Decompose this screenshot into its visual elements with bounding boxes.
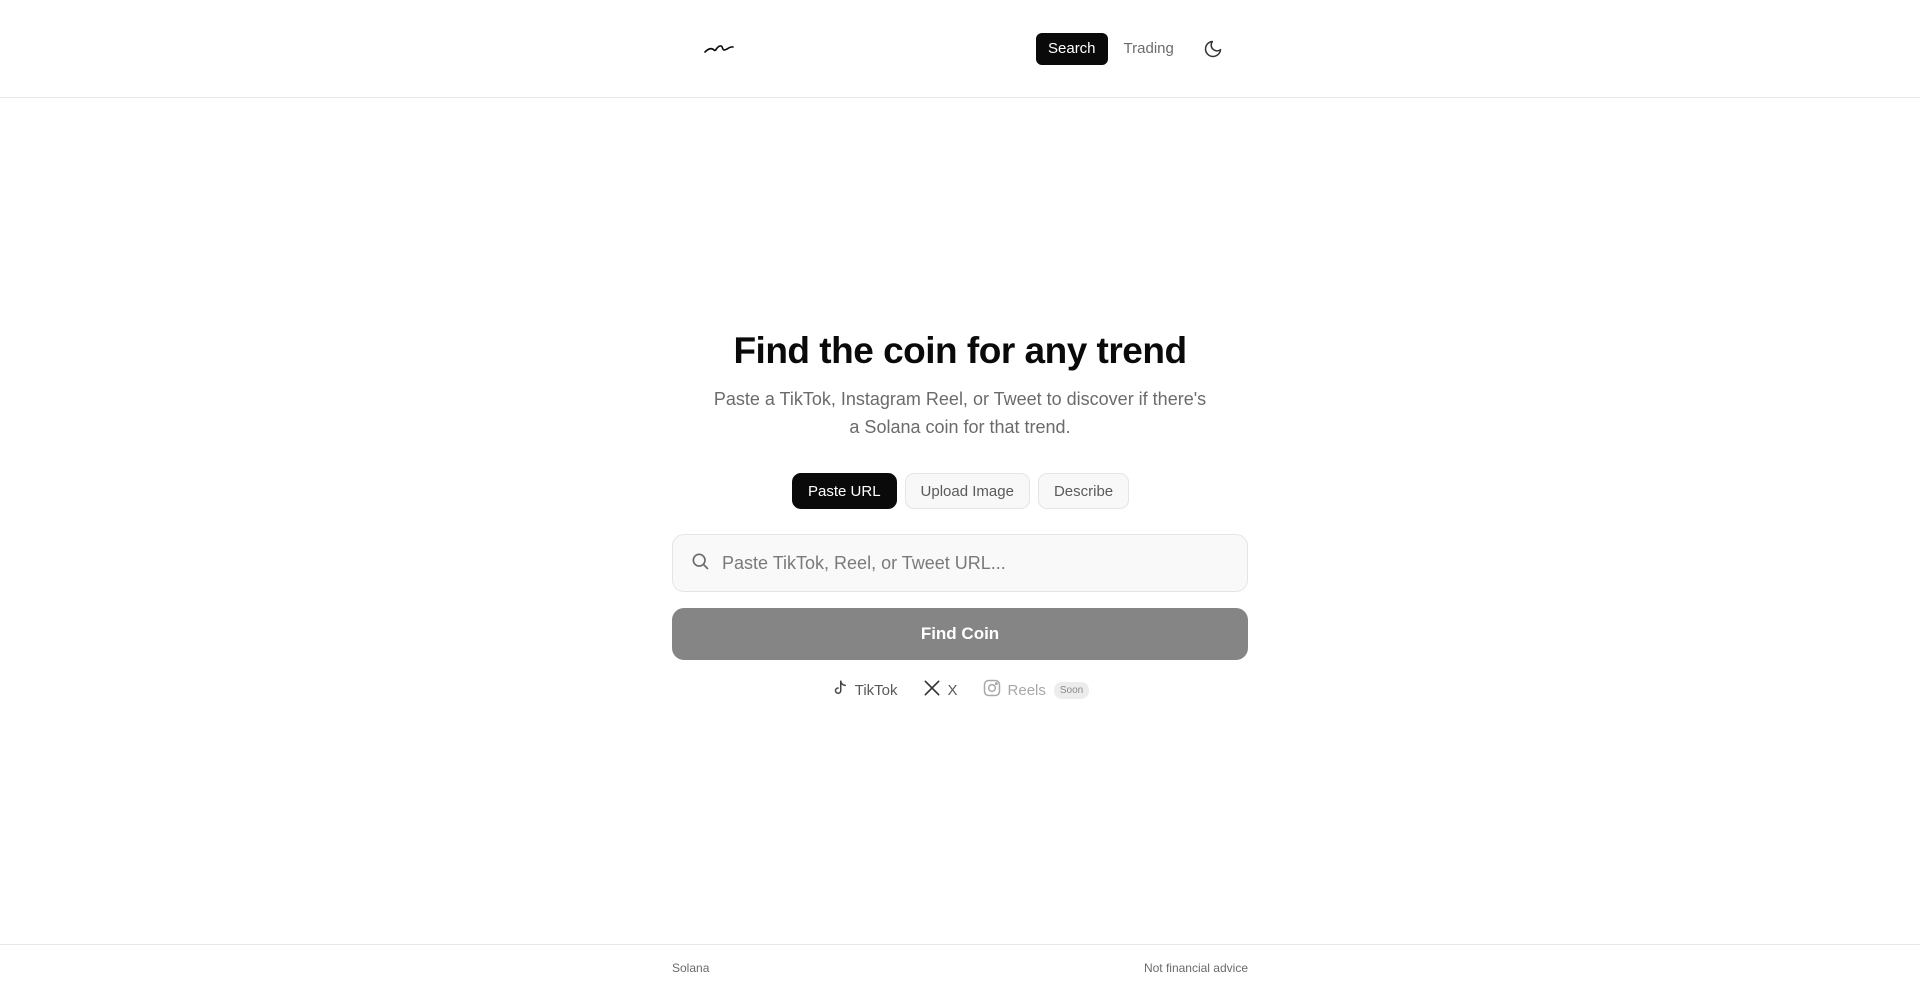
- tab-upload-image[interactable]: Upload Image: [904, 473, 1030, 509]
- platform-x: X: [922, 678, 958, 702]
- tiktok-icon: [831, 679, 849, 701]
- search-icon: [690, 551, 710, 576]
- main-nav: Search Trading: [1036, 33, 1186, 65]
- instagram-icon: [982, 678, 1002, 702]
- nav-search-button[interactable]: Search: [1036, 33, 1108, 65]
- platform-label: Reels: [1007, 681, 1046, 699]
- supported-platforms: TikTok X Reels Soon: [0, 678, 1920, 702]
- soon-badge: Soon: [1053, 681, 1090, 699]
- footer: Solana Not financial advice: [0, 944, 1920, 993]
- tab-paste-url[interactable]: Paste URL: [792, 473, 897, 509]
- moon-icon[interactable]: [1200, 36, 1226, 62]
- footer-disclaimer: Not financial advice: [1143, 961, 1248, 975]
- top-header: Search Trading: [0, 0, 1920, 98]
- mode-tabs: Paste URL Upload Image Describe: [792, 473, 1130, 509]
- url-input[interactable]: [722, 552, 1222, 574]
- page-subtitle: Paste a TikTok, Instagram Reel, or Tweet…: [713, 389, 1207, 437]
- wave-logo-icon[interactable]: [702, 36, 736, 60]
- x-icon: [922, 678, 942, 702]
- footer-network-label: Solana: [672, 961, 710, 975]
- platform-tiktok: TikTok: [831, 679, 898, 701]
- platform-label: X: [947, 681, 958, 699]
- platform-label: TikTok: [854, 681, 898, 699]
- main-content: Find the coin for any trend Paste a TikT…: [0, 98, 1920, 944]
- find-coin-button[interactable]: Find Coin: [672, 608, 1248, 660]
- search-box[interactable]: [672, 534, 1248, 592]
- page-title: Find the coin for any trend: [733, 330, 1187, 371]
- platform-reels: Reels Soon: [982, 678, 1090, 702]
- tab-describe[interactable]: Describe: [1037, 473, 1130, 509]
- nav-trading-button[interactable]: Trading: [1112, 33, 1186, 65]
